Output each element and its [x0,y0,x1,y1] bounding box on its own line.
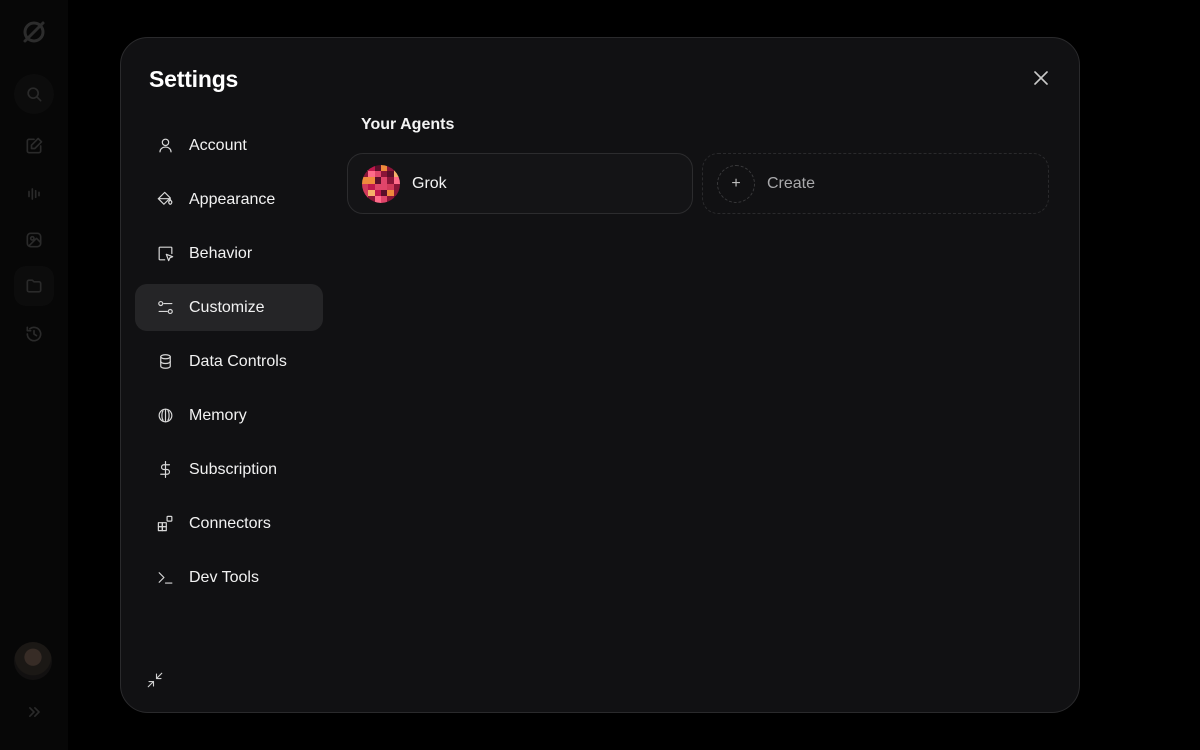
nav-item-customize[interactable]: Customize [135,284,323,331]
close-icon [1034,71,1048,85]
nav-item-data-controls[interactable]: Data Controls [135,338,323,385]
create-agent-button[interactable]: + Create [702,153,1049,214]
nav-item-memory[interactable]: Memory [135,392,323,439]
dollar-icon [155,460,175,480]
history-icon[interactable] [14,314,54,354]
nav-item-connectors[interactable]: Connectors [135,500,323,547]
projects-icon[interactable] [14,266,54,306]
section-title: Your Agents [361,116,455,133]
nav-label: Account [189,136,247,154]
nav-item-account[interactable]: Account [135,122,323,169]
avatar-pixel [393,196,400,203]
avatar[interactable] [14,642,52,680]
new-chat-icon[interactable] [14,126,54,166]
nav-label: Customize [189,298,265,316]
nav-label: Connectors [189,514,271,532]
nav-label: Subscription [189,460,278,478]
user-icon [155,136,175,156]
nav-item-dev-tools[interactable]: Dev Tools [135,554,323,601]
nav-label: Dev Tools [189,568,259,586]
nav-label: Data Controls [189,352,287,370]
sliders-icon [155,298,175,318]
nav-label: Behavior [189,244,253,262]
nav-label: Appearance [189,190,276,208]
agent-name: Grok [412,174,447,192]
agent-avatar [362,164,400,203]
close-button[interactable] [1027,64,1055,92]
cursor-click-icon [155,244,175,264]
create-label: Create [767,174,816,192]
modal-title: Settings [149,66,239,92]
nav-item-subscription[interactable]: Subscription [135,446,323,493]
brain-icon [155,406,175,426]
search-icon[interactable] [14,74,54,114]
blocks-icon [155,514,175,534]
app-sidebar [0,0,68,750]
nav-label: Memory [189,406,247,424]
minimize-icon [147,672,163,688]
terminal-icon [155,568,175,588]
image-icon[interactable] [14,220,54,260]
nav-item-behavior[interactable]: Behavior [135,230,323,277]
nav-item-appearance[interactable]: Appearance [135,176,323,223]
logo-icon[interactable] [14,12,54,52]
voice-icon[interactable] [14,174,54,214]
expand-icon[interactable] [14,692,54,732]
plus-icon: + [717,164,755,203]
database-icon [155,352,175,372]
settings-modal: Settings Account Appearance Behavior Cus… [120,37,1080,713]
agent-card-grok[interactable]: Grok [347,153,693,214]
settings-nav: Account Appearance Behavior Customize Da… [135,122,323,608]
paint-bucket-icon [155,190,175,210]
collapse-button[interactable] [143,668,167,692]
